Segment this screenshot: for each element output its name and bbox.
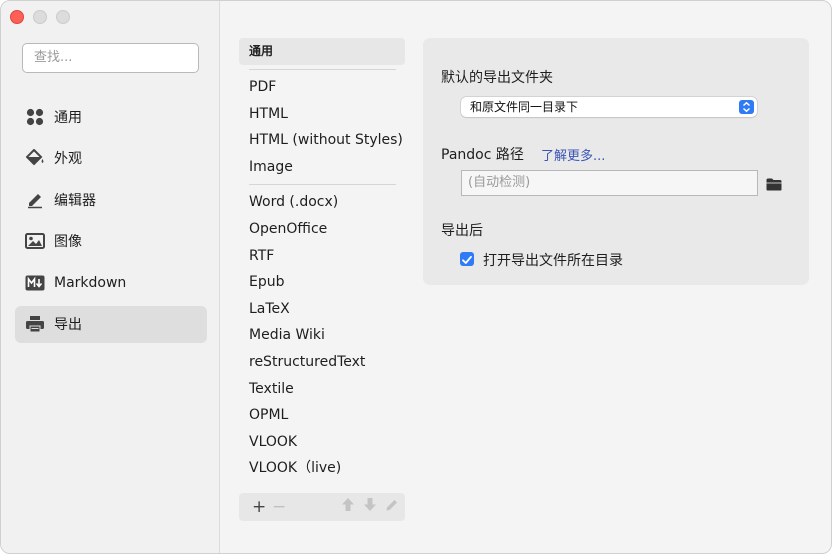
sidebar-item-label: 图像	[54, 234, 82, 251]
list-item[interactable]: OpenOffice	[239, 216, 405, 243]
add-button[interactable]: +	[252, 497, 266, 517]
grid-icon	[25, 107, 45, 127]
list-item[interactable]: VLOOK（live)	[239, 455, 405, 482]
list-item[interactable]: Image	[239, 154, 405, 181]
list-item[interactable]: PDF	[239, 74, 405, 101]
printer-icon	[25, 314, 45, 334]
sidebar-item-export[interactable]: 导出	[15, 305, 207, 343]
sidebar-item-markdown[interactable]: Markdown	[15, 264, 207, 301]
zoom-window-button[interactable]	[56, 10, 70, 24]
list-item[interactable]: LaTeX	[239, 296, 405, 323]
folder-icon[interactable]	[766, 176, 782, 191]
pandoc-path-input[interactable]: (自动检测)	[461, 170, 758, 196]
sidebar-nav: 通用 外观 编辑器 图像 Markdown 导出	[15, 98, 207, 348]
window-controls	[10, 10, 70, 24]
preferences-window: 查找... 通用 外观 编辑器 图像 Markdown 导出 通用 PDF HT…	[0, 0, 832, 554]
image-icon	[25, 231, 45, 251]
learn-more-link[interactable]: 了解更多...	[541, 145, 605, 164]
select-value: 和原文件同一目录下	[470, 100, 579, 114]
open-folder-label[interactable]: 打开导出文件所在目录	[483, 250, 623, 270]
edit-icon[interactable]	[385, 497, 399, 517]
pandoc-path-title: Pandoc 路径	[441, 147, 524, 163]
remove-button[interactable]: −	[272, 497, 286, 517]
after-export-title: 导出后	[441, 223, 483, 239]
open-folder-checkbox[interactable]	[460, 252, 474, 266]
sidebar: 查找... 通用 外观 编辑器 图像 Markdown 导出	[1, 1, 220, 553]
list-item[interactable]: Epub	[239, 269, 405, 296]
sidebar-item-image[interactable]: 图像	[15, 223, 207, 260]
close-window-button[interactable]	[10, 10, 24, 24]
sidebar-item-label: Markdown	[54, 274, 127, 291]
list-divider	[249, 69, 396, 70]
list-item[interactable]: HTML (without Styles)	[239, 127, 405, 154]
search-input[interactable]: 查找...	[22, 43, 199, 73]
sidebar-item-appearance[interactable]: 外观	[15, 140, 207, 177]
list-item[interactable]: Textile	[239, 376, 405, 403]
chevron-updown-icon	[739, 100, 754, 114]
list-item-general[interactable]: 通用	[239, 38, 405, 65]
sidebar-item-label: 外观	[54, 151, 82, 168]
list-item[interactable]: reStructuredText	[239, 349, 405, 376]
default-folder-title: 默认的导出文件夹	[441, 70, 553, 86]
default-folder-select[interactable]: 和原文件同一目录下	[461, 97, 757, 117]
list-item[interactable]: Media Wiki	[239, 322, 405, 349]
export-format-list: 通用 PDF HTML HTML (without Styles) Image …	[239, 38, 405, 522]
pencil-icon	[25, 190, 45, 210]
minimize-window-button[interactable]	[33, 10, 47, 24]
export-general-settings: 默认的导出文件夹 和原文件同一目录下 Pandoc 路径 了解更多... (自动…	[423, 38, 809, 285]
list-item[interactable]: OPML	[239, 402, 405, 429]
paint-bucket-icon	[25, 148, 45, 168]
list-toolbar: + −	[239, 493, 405, 521]
sidebar-item-label: 导出	[54, 317, 82, 334]
list-item[interactable]: HTML	[239, 101, 405, 128]
sidebar-item-editor[interactable]: 编辑器	[15, 181, 207, 218]
move-up-icon[interactable]	[341, 497, 355, 517]
markdown-icon	[25, 273, 45, 293]
list-divider	[249, 184, 396, 186]
list-item[interactable]: VLOOK	[239, 429, 405, 456]
move-down-icon[interactable]	[363, 497, 377, 517]
sidebar-item-label: 通用	[54, 109, 82, 126]
sidebar-item-general[interactable]: 通用	[15, 98, 207, 135]
list-item[interactable]: RTF	[239, 243, 405, 270]
sidebar-item-label: 编辑器	[54, 192, 96, 209]
list-item[interactable]: Word (.docx)	[239, 189, 405, 216]
